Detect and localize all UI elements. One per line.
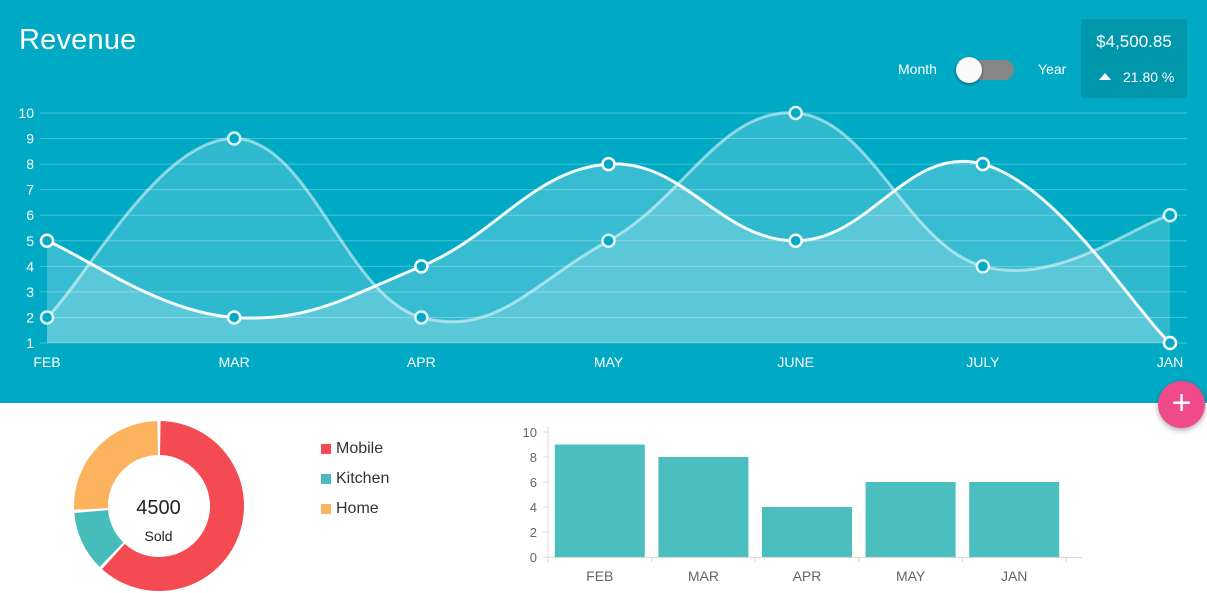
series-1-point bbox=[1162, 335, 1178, 351]
x-tick-label: JULY bbox=[966, 354, 1000, 370]
series-2-point bbox=[226, 131, 242, 146]
x-tick-label: JAN bbox=[1157, 354, 1183, 370]
series-1-point bbox=[414, 259, 429, 274]
x-tick-label: MAR bbox=[219, 354, 250, 370]
bar-y-tick-label: 10 bbox=[523, 425, 537, 440]
legend-label-mobile: Mobile bbox=[336, 440, 384, 457]
y-tick-label: 6 bbox=[26, 207, 34, 223]
add-button[interactable]: + bbox=[1158, 381, 1205, 428]
bar-x-tick-label: FEB bbox=[586, 568, 613, 584]
bar-y-tick-label: 4 bbox=[530, 500, 537, 515]
bar-y-tick-label: 6 bbox=[530, 475, 537, 490]
series-1-point bbox=[226, 310, 242, 325]
y-tick-label: 4 bbox=[26, 258, 34, 274]
bar-y-tick-label: 8 bbox=[530, 450, 537, 465]
bar-feb bbox=[554, 444, 645, 557]
y-tick-label: 5 bbox=[26, 233, 34, 249]
y-tick-label: 3 bbox=[26, 284, 34, 300]
series-1-point bbox=[788, 233, 803, 249]
x-tick-label: MAY bbox=[594, 354, 624, 370]
y-tick-label: 7 bbox=[26, 182, 34, 198]
series-2-point bbox=[975, 259, 991, 274]
bar-may bbox=[865, 482, 956, 557]
legend-swatch-mobile bbox=[321, 444, 331, 454]
x-tick-label: JUNE bbox=[777, 354, 814, 370]
series-2-point bbox=[39, 310, 55, 325]
plus-icon: + bbox=[1171, 384, 1192, 422]
y-tick-label: 1 bbox=[26, 335, 34, 351]
series-2-point bbox=[414, 310, 429, 325]
bar-jan bbox=[969, 482, 1060, 557]
donut-center-label: Sold bbox=[144, 528, 173, 544]
legend-label-home: Home bbox=[336, 500, 379, 517]
y-tick-label: 9 bbox=[26, 131, 34, 147]
bar-y-tick-label: 2 bbox=[530, 525, 537, 540]
x-tick-label: FEB bbox=[33, 354, 60, 370]
bar-x-tick-label: JAN bbox=[1001, 568, 1027, 584]
y-tick-label: 10 bbox=[18, 105, 34, 121]
bar-apr bbox=[762, 507, 852, 557]
legend-swatch-home bbox=[321, 504, 331, 514]
bar-x-tick-label: APR bbox=[793, 568, 822, 584]
series-2-point bbox=[1162, 207, 1178, 223]
bar-y-tick-label: 0 bbox=[530, 550, 537, 565]
donut-center-value: 4500 bbox=[136, 497, 181, 519]
legend-swatch-kitchen bbox=[321, 474, 331, 484]
bar-mar bbox=[658, 457, 749, 557]
revenue-area-chart: 1 2 3 4 5 6 7 8 9 10 FEB MAR APR MAY JUNE JULY JAN bbox=[18, 105, 1187, 370]
x-tick-label: APR bbox=[407, 354, 436, 370]
series-1-point bbox=[39, 233, 55, 249]
series-2-point bbox=[601, 233, 616, 249]
bar-x-tick-label: MAY bbox=[896, 568, 926, 584]
series-1-point bbox=[601, 156, 616, 172]
series-2-point bbox=[788, 105, 803, 121]
legend-label-kitchen: Kitchen bbox=[336, 470, 390, 487]
bar-x-tick-label: MAR bbox=[688, 568, 719, 584]
y-tick-label: 2 bbox=[26, 309, 34, 325]
y-tick-label: 8 bbox=[26, 156, 34, 172]
series-1-point bbox=[975, 156, 991, 172]
